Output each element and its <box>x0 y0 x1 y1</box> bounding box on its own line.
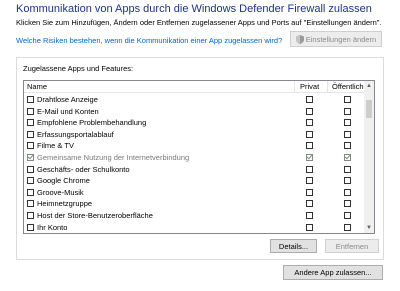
risk-info-link[interactable]: Welche Risiken bestehen, wenn die Kommun… <box>16 36 286 46</box>
app-enabled-checkbox[interactable] <box>27 188 34 196</box>
list-item[interactable]: Gemeinsame Nutzung der Internetverbindun… <box>24 152 364 163</box>
list-item[interactable]: Host der Store-Benutzeroberfläche <box>24 210 364 221</box>
allow-another-app-label: Andere App zulassen... <box>294 268 372 277</box>
shield-icon <box>295 34 304 44</box>
scroll-up-arrow-icon[interactable]: ▲ <box>364 81 374 91</box>
private-network-checkbox[interactable] <box>306 119 313 127</box>
app-enabled-checkbox[interactable] <box>27 107 34 115</box>
list-item[interactable]: Ihr Konto <box>24 222 364 233</box>
app-enabled-checkbox[interactable] <box>27 223 34 231</box>
public-network-checkbox[interactable] <box>344 212 351 219</box>
private-network-checkbox[interactable] <box>306 130 313 138</box>
private-network-checkbox[interactable] <box>306 212 313 219</box>
app-name: Heimnetzgruppe <box>37 199 93 209</box>
list-header: Name Privat Öffentlich <box>24 81 364 93</box>
app-name: Empfohlene Problembehandlung <box>37 118 147 128</box>
private-network-checkbox[interactable] <box>306 200 313 208</box>
app-name: Drahtlose Anzeige <box>37 95 98 104</box>
private-network-checkbox[interactable] <box>306 107 313 115</box>
app-enabled-checkbox[interactable] <box>27 142 34 150</box>
list-item[interactable]: Google Chrome <box>24 175 364 186</box>
app-name: Host der Store-Benutzeroberfläche <box>37 211 153 220</box>
allowed-apps-group: Zugelassene Apps und Features: Name Priv… <box>16 57 384 260</box>
private-network-checkbox[interactable] <box>306 223 313 231</box>
app-name: Gemeinsame Nutzung der Internetverbindun… <box>37 153 190 162</box>
public-network-checkbox[interactable] <box>344 142 351 150</box>
page-subtitle: Klicken Sie zum Hinzufügen, Ändern oder … <box>16 18 382 27</box>
public-network-checkbox[interactable] <box>344 154 351 161</box>
app-name: Geschäfts- oder Schulkonto <box>37 164 130 174</box>
app-enabled-checkbox[interactable] <box>27 96 34 103</box>
list-scrollbar[interactable]: ▲ ▼ <box>364 81 374 233</box>
app-name: Groove-Musik <box>37 187 84 197</box>
list-item[interactable]: Groove-Musik <box>24 187 364 198</box>
change-settings-label: Einstellungen ändern <box>305 34 377 44</box>
public-network-checkbox[interactable] <box>344 188 351 196</box>
allow-another-app-button[interactable]: Andere App zulassen... <box>283 265 383 280</box>
private-network-checkbox[interactable] <box>306 154 313 161</box>
column-header-name[interactable]: Name <box>27 82 47 91</box>
page-title: Kommunikation von Apps durch die Windows… <box>16 3 372 15</box>
column-header-private[interactable]: Privat <box>300 82 319 91</box>
details-button[interactable]: Details... <box>270 239 317 253</box>
details-button-label: Details... <box>278 241 309 251</box>
public-network-checkbox[interactable] <box>344 200 351 208</box>
change-settings-button[interactable]: Einstellungen ändern <box>290 31 382 47</box>
allowed-apps-list[interactable]: Name Privat Öffentlich Drahtlose Anzeige… <box>23 80 375 234</box>
app-enabled-checkbox[interactable] <box>27 212 34 219</box>
list-item[interactable]: Erfassungsportalablauf <box>24 129 364 140</box>
app-name: Erfassungsportalablauf <box>37 129 114 139</box>
public-network-checkbox[interactable] <box>344 165 351 173</box>
app-name: Google Chrome <box>37 176 90 186</box>
list-item[interactable]: Heimnetzgruppe <box>24 198 364 209</box>
column-divider <box>294 81 295 93</box>
scroll-down-arrow-icon[interactable]: ▼ <box>364 223 374 233</box>
column-divider <box>327 81 328 93</box>
private-network-checkbox[interactable] <box>306 177 313 185</box>
public-network-checkbox[interactable] <box>344 107 351 115</box>
list-item[interactable]: E-Mail und Konten <box>24 106 364 117</box>
private-network-checkbox[interactable] <box>306 142 313 150</box>
app-enabled-checkbox[interactable] <box>27 177 34 185</box>
app-name: Filme & TV <box>37 141 74 151</box>
remove-button[interactable]: Entfernen <box>325 239 379 253</box>
app-name: E-Mail und Konten <box>37 106 99 116</box>
private-network-checkbox[interactable] <box>306 165 313 173</box>
public-network-checkbox[interactable] <box>344 223 351 231</box>
list-item[interactable]: Drahtlose Anzeige <box>24 94 364 105</box>
private-network-checkbox[interactable] <box>306 188 313 196</box>
app-enabled-checkbox[interactable] <box>27 119 34 127</box>
scroll-thumb[interactable] <box>366 100 372 118</box>
list-item[interactable]: Geschäfts- oder Schulkonto <box>24 164 364 175</box>
allowed-apps-label: Zugelassene Apps und Features: <box>23 64 134 73</box>
app-enabled-checkbox[interactable] <box>27 154 34 161</box>
column-header-public[interactable]: Öffentlich <box>332 82 364 91</box>
remove-button-label: Entfernen <box>335 241 369 251</box>
list-item[interactable]: Empfohlene Problembehandlung <box>24 117 364 128</box>
app-name: Ihr Konto <box>37 222 68 232</box>
app-enabled-checkbox[interactable] <box>27 130 34 138</box>
public-network-checkbox[interactable] <box>344 119 351 127</box>
public-network-checkbox[interactable] <box>344 177 351 185</box>
public-network-checkbox[interactable] <box>344 96 351 103</box>
public-network-checkbox[interactable] <box>344 130 351 138</box>
list-item[interactable]: Filme & TV <box>24 140 364 151</box>
app-enabled-checkbox[interactable] <box>27 165 34 173</box>
app-enabled-checkbox[interactable] <box>27 200 34 208</box>
private-network-checkbox[interactable] <box>306 96 313 103</box>
